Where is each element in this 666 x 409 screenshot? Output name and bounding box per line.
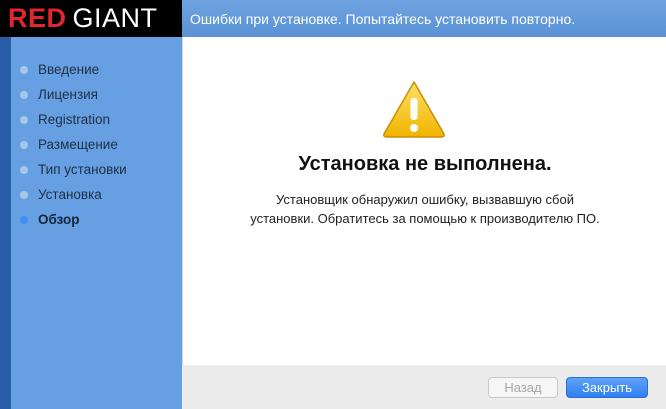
step-summary: Обзор — [20, 207, 127, 232]
logo-white-text: GIANT — [72, 3, 158, 33]
back-button[interactable]: Назад — [488, 377, 558, 398]
step-label: Тип установки — [38, 162, 127, 177]
step-destination: Размещение — [20, 132, 127, 157]
step-dot-icon — [20, 140, 28, 149]
step-intro: Введение — [20, 57, 127, 82]
logo-red-text: RED — [8, 3, 67, 33]
step-label: Установка — [38, 187, 102, 202]
error-message: Установщик обнаружил ошибку, вызвавшую с… — [183, 190, 666, 228]
step-installation: Установка — [20, 182, 127, 207]
sidebar: Введение Лицензия Registration Размещени… — [0, 37, 182, 409]
close-button[interactable]: Закрыть — [566, 377, 648, 398]
header-title: Ошибки при установке. Попытайтесь устано… — [190, 10, 576, 27]
step-label: Обзор — [38, 212, 80, 227]
message-line-2: установки. Обратитесь за помощью к произ… — [250, 211, 600, 226]
step-dot-icon — [20, 165, 28, 174]
step-registration: Registration — [20, 107, 127, 132]
red-giant-logo: RED GIANT — [0, 0, 182, 37]
step-label: Лицензия — [38, 87, 98, 102]
warning-icon — [383, 81, 445, 138]
step-label: Registration — [38, 112, 111, 127]
step-install-type: Тип установки — [20, 157, 127, 182]
step-license: Лицензия — [20, 82, 127, 107]
sidebar-edge — [0, 37, 11, 409]
step-dot-icon — [20, 190, 28, 199]
step-dot-icon — [20, 115, 28, 124]
step-label: Введение — [38, 62, 100, 77]
header-bar: Ошибки при установке. Попытайтесь устано… — [182, 0, 666, 37]
page-title: Установка не выполнена. — [298, 153, 552, 175]
message-line-1: Установщик обнаружил ошибку, вызвавшую с… — [276, 192, 574, 207]
step-list: Введение Лицензия Registration Размещени… — [20, 57, 127, 232]
step-dot-icon — [20, 65, 28, 74]
step-dot-icon — [20, 90, 28, 99]
step-dot-icon — [20, 215, 28, 224]
step-label: Размещение — [38, 137, 118, 152]
content-panel: Установка не выполнена. Установщик обнар… — [182, 37, 666, 365]
